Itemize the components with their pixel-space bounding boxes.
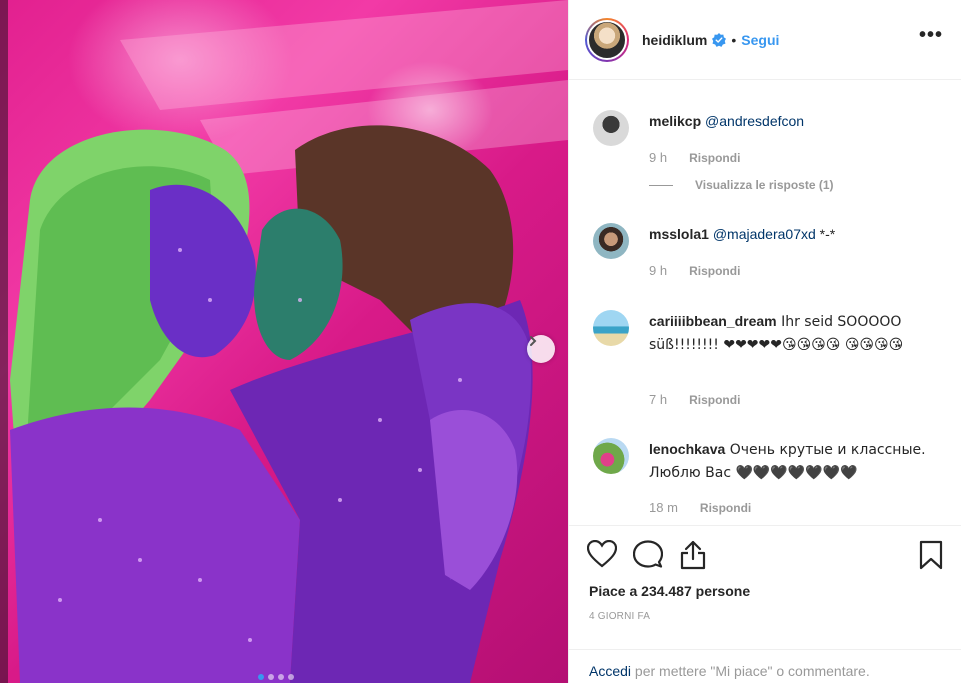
post-sidebar: heidiklum • Segui ••• melikcp @andresdef… xyxy=(568,0,961,683)
comment-time[interactable]: 18 m xyxy=(649,500,678,515)
carousel-dot xyxy=(278,674,284,680)
login-prompt-text: per mettere "Mi piace" o commentare. xyxy=(631,663,870,679)
comment-time[interactable]: 7 h xyxy=(649,392,667,407)
comment-text: msslola1 @majadera07xd *-* xyxy=(649,223,949,245)
next-slide-button[interactable] xyxy=(527,335,555,363)
reply-button[interactable]: Rispondi xyxy=(689,264,740,278)
reply-button[interactable]: Rispondi xyxy=(689,151,740,165)
chevron-right-icon xyxy=(530,336,537,346)
login-prompt: Accedi per mettere "Mi piace" o commenta… xyxy=(569,649,961,683)
likes-count[interactable]: Piace a 234.487 persone xyxy=(589,583,750,599)
author-username[interactable]: heidiklum xyxy=(642,32,707,48)
comment-username[interactable]: cariiiibbean_dream xyxy=(649,313,777,329)
bookmark-icon[interactable] xyxy=(919,540,943,570)
comment-mention[interactable]: @andresdefcon xyxy=(705,113,804,129)
follow-button[interactable]: Segui xyxy=(741,32,779,48)
comments-list[interactable]: melikcp @andresdefcon 9 h Rispondi Visua… xyxy=(569,80,961,525)
carousel-dot xyxy=(288,674,294,680)
carousel-dot xyxy=(258,674,264,680)
author-avatar[interactable] xyxy=(585,17,629,62)
comment-username[interactable]: melikcp xyxy=(649,113,701,129)
comment-username[interactable]: lenochkava xyxy=(649,441,725,457)
comment-text: lenochkava Очень крутые и классные. Любл… xyxy=(649,438,949,484)
comment-mention[interactable]: @majadera07xd xyxy=(713,226,816,242)
post-timestamp[interactable]: 4 GIORNI FA xyxy=(589,611,650,622)
heart-icon[interactable] xyxy=(587,540,617,568)
commenter-avatar[interactable] xyxy=(593,438,629,474)
comment-text: cariiiibbean_dream Ihr seid SOOOOO süß!!… xyxy=(649,310,949,356)
carousel-dot xyxy=(268,674,274,680)
action-icons xyxy=(587,540,947,570)
comment-time[interactable]: 9 h xyxy=(649,263,667,278)
commenter-avatar[interactable] xyxy=(593,223,629,259)
more-options-icon[interactable]: ••• xyxy=(919,25,943,45)
comment-meta: 7 h Rispondi xyxy=(649,392,740,407)
reply-button[interactable]: Rispondi xyxy=(689,393,740,407)
header-separator: • xyxy=(731,31,737,48)
post-photo[interactable] xyxy=(0,0,568,683)
comment-content: *-* xyxy=(815,226,836,242)
view-replies-label: Visualizza le risposte (1) xyxy=(695,178,834,192)
comment-meta: 18 m Rispondi xyxy=(649,500,751,515)
reply-button[interactable]: Rispondi xyxy=(700,501,751,515)
photo-illustration xyxy=(10,0,568,683)
commenter-avatar[interactable] xyxy=(593,310,629,346)
comment-meta: 9 h Rispondi xyxy=(649,150,740,165)
comment-icon[interactable] xyxy=(633,540,663,570)
comment-time[interactable]: 9 h xyxy=(649,150,667,165)
verified-badge-icon xyxy=(712,32,727,47)
view-replies-button[interactable]: Visualizza le risposte (1) xyxy=(649,178,834,192)
commenter-avatar[interactable] xyxy=(593,110,629,146)
share-icon[interactable] xyxy=(679,540,707,570)
carousel-indicator xyxy=(258,674,294,680)
comment-meta: 9 h Rispondi xyxy=(649,263,740,278)
comment-username[interactable]: msslola1 xyxy=(649,226,709,242)
comment-text: melikcp @andresdefcon xyxy=(649,110,949,132)
post-actions: Piace a 234.487 persone 4 GIORNI FA Acce… xyxy=(569,525,961,683)
login-link[interactable]: Accedi xyxy=(589,663,631,679)
post-header: heidiklum • Segui ••• xyxy=(569,0,961,80)
